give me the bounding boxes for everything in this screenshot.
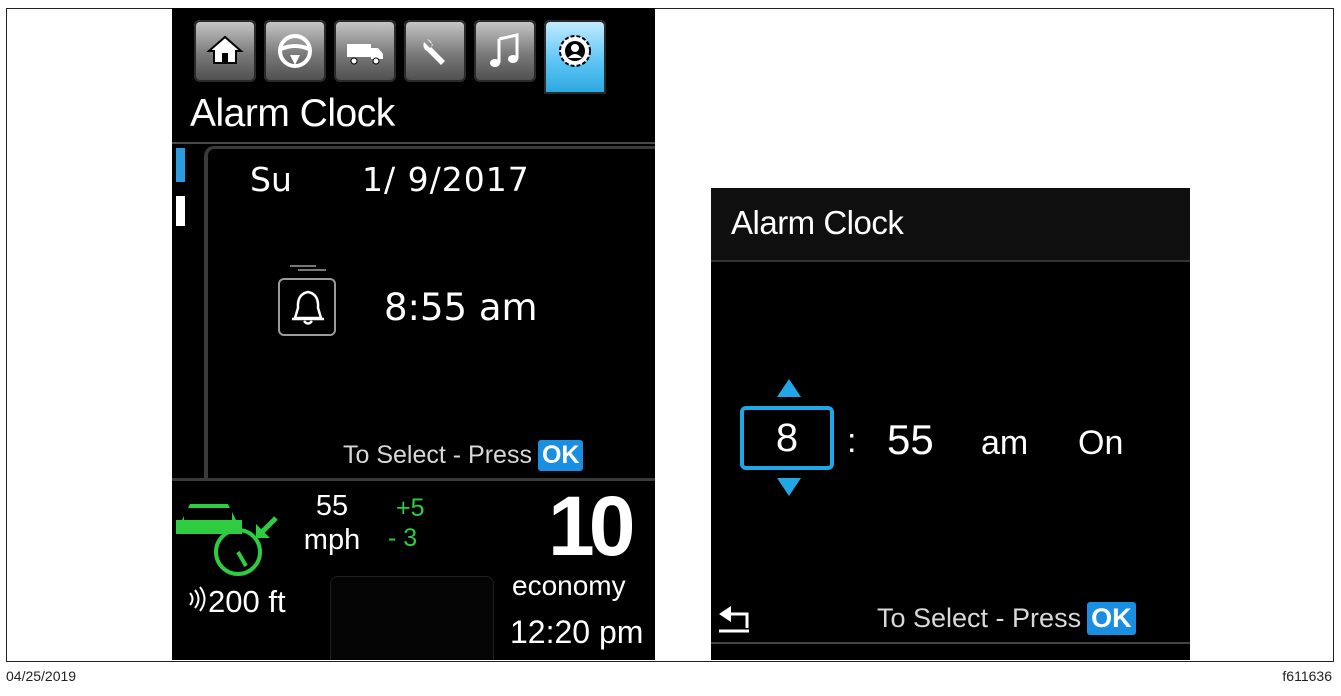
settings-gear-icon: [559, 35, 591, 67]
decrement-arrow-icon[interactable]: [777, 478, 801, 496]
hour-value: 8: [775, 416, 799, 460]
tab-vehicle[interactable]: [334, 20, 396, 82]
dashboard-screen: Alarm Clock Su 1/ 9/2017 8:55 am To Sele…: [172, 8, 655, 660]
select-prompt: To Select - Press OK: [877, 602, 1136, 635]
bell-status-marks: [290, 265, 326, 271]
select-prompt-text: To Select - Press: [877, 603, 1082, 633]
select-prompt: To Select - Press OK: [343, 440, 584, 471]
economy-label: economy: [512, 570, 626, 601]
back-arrow-icon[interactable]: [717, 604, 751, 634]
wrench-icon: [423, 39, 445, 65]
tab-home[interactable]: [194, 20, 256, 82]
minute-field[interactable]: 55: [887, 416, 934, 464]
radar-icon: [189, 586, 206, 612]
select-prompt-text: To Select - Press: [343, 441, 532, 469]
music-note-icon: [490, 33, 519, 67]
alarm-toggle[interactable]: [278, 278, 336, 336]
following-distance: 200 ft: [186, 584, 286, 620]
day-of-week: Su: [250, 160, 292, 199]
time-separator: :: [847, 422, 857, 460]
tab-service[interactable]: [404, 20, 466, 82]
hour-field[interactable]: 8: [740, 406, 834, 470]
economy-score: 10: [548, 479, 635, 573]
scroll-indicator-inactive: [176, 196, 185, 226]
increment-arrow-icon[interactable]: [777, 379, 801, 397]
tab-settings[interactable]: [544, 20, 606, 94]
clock: 12:20 pm: [510, 614, 644, 650]
screen-title: Alarm Clock: [731, 204, 904, 241]
figure-id: f611636: [1282, 668, 1332, 684]
speed-unit: mph: [303, 524, 361, 556]
distance-value: 200 ft: [208, 584, 286, 619]
alarm-edit-screen: Alarm Clock 8 : 55 am On To Select - Pre…: [711, 188, 1190, 660]
alarm-status-field[interactable]: On: [1078, 424, 1123, 463]
home-icon: [206, 35, 244, 64]
steering-wheel-icon: [278, 34, 312, 68]
ok-button[interactable]: OK: [1087, 602, 1136, 635]
speed-value: 55: [315, 490, 349, 522]
speed-plus: +5: [396, 494, 425, 522]
footer-date: 04/25/2019: [6, 668, 77, 684]
divider: [172, 142, 655, 144]
tab-driving[interactable]: [264, 20, 326, 82]
bell-icon: [292, 290, 324, 325]
ampm-field[interactable]: am: [981, 424, 1028, 463]
speed-warning-icon: [176, 504, 278, 576]
tab-audio[interactable]: [474, 20, 536, 82]
divider: [711, 642, 1190, 644]
truck-icon: [347, 44, 383, 65]
title-bar: Alarm Clock: [711, 188, 1190, 262]
scroll-indicator-active: [176, 148, 185, 182]
message-area: [330, 576, 494, 660]
ok-button[interactable]: OK: [537, 440, 584, 471]
speed-minus: - 3: [388, 524, 418, 552]
screen-title: Alarm Clock: [190, 92, 395, 135]
current-date: 1/ 9/2017: [362, 160, 530, 199]
tab-bar: [194, 20, 654, 94]
alarm-time: 8:55 am: [384, 286, 538, 329]
